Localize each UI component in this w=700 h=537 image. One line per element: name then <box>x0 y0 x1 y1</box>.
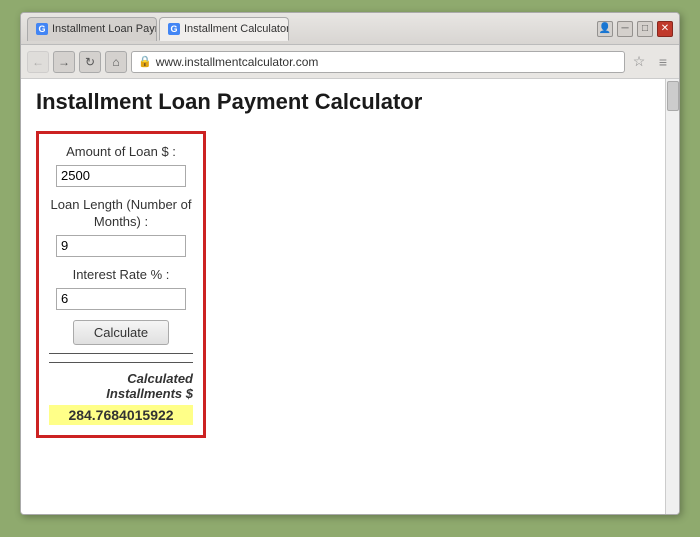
page-title: Installment Loan Payment Calculator <box>36 89 664 119</box>
result-value: 284.7684015922 <box>49 405 193 425</box>
browser-window: G Installment Loan Payment... ✕ G Instal… <box>20 12 680 515</box>
back-button[interactable]: ← <box>27 51 49 73</box>
maximize-button[interactable]: □ <box>637 21 653 37</box>
forward-button[interactable]: → <box>53 51 75 73</box>
interest-rate-label: Interest Rate % : <box>49 267 193 284</box>
loan-amount-input[interactable] <box>56 165 186 187</box>
page-content: Installment Loan Payment Calculator Amou… <box>21 79 679 514</box>
user-button[interactable]: 👤 <box>597 21 613 37</box>
close-button[interactable]: ✕ <box>657 21 673 37</box>
nav-bar: ← → ↻ ⌂ 🔒 www.installmentcalculator.com … <box>21 45 679 79</box>
window-controls: 👤 ─ □ ✕ <box>597 21 673 37</box>
interest-rate-input[interactable] <box>56 288 186 310</box>
loan-length-label: Loan Length (Number of Months) : <box>49 197 193 231</box>
tab-2-label: Installment Calculator - C... <box>184 23 289 35</box>
nav-right: ☆ ≡ <box>629 52 673 72</box>
scrollbar[interactable] <box>665 79 679 514</box>
menu-icon[interactable]: ≡ <box>653 52 673 72</box>
tab-bar: G Installment Loan Payment... ✕ G Instal… <box>27 17 289 41</box>
calculate-button[interactable]: Calculate <box>73 320 169 345</box>
address-lock-icon: 🔒 <box>138 55 152 68</box>
tab-2[interactable]: G Installment Calculator - C... ✕ <box>159 17 289 41</box>
title-bar: G Installment Loan Payment... ✕ G Instal… <box>21 13 679 45</box>
scroll-thumb[interactable] <box>667 81 679 111</box>
tab-1-label: Installment Loan Payment... <box>52 23 157 35</box>
tab-2-favicon: G <box>168 23 180 35</box>
address-bar[interactable]: 🔒 www.installmentcalculator.com <box>131 51 625 73</box>
loan-amount-label: Amount of Loan $ : <box>49 144 193 161</box>
loan-length-input[interactable] <box>56 235 186 257</box>
divider <box>49 353 193 354</box>
result-label: Calculated Installments $ <box>49 371 193 401</box>
address-text: www.installmentcalculator.com <box>156 55 618 69</box>
refresh-button[interactable]: ↻ <box>79 51 101 73</box>
tab-1-favicon: G <box>36 23 48 35</box>
bookmark-icon[interactable]: ☆ <box>629 52 649 72</box>
home-button[interactable]: ⌂ <box>105 51 127 73</box>
divider-2 <box>49 362 193 363</box>
tab-1[interactable]: G Installment Loan Payment... ✕ <box>27 17 157 41</box>
minimize-button[interactable]: ─ <box>617 21 633 37</box>
calculator-panel: Amount of Loan $ : Loan Length (Number o… <box>36 131 206 438</box>
